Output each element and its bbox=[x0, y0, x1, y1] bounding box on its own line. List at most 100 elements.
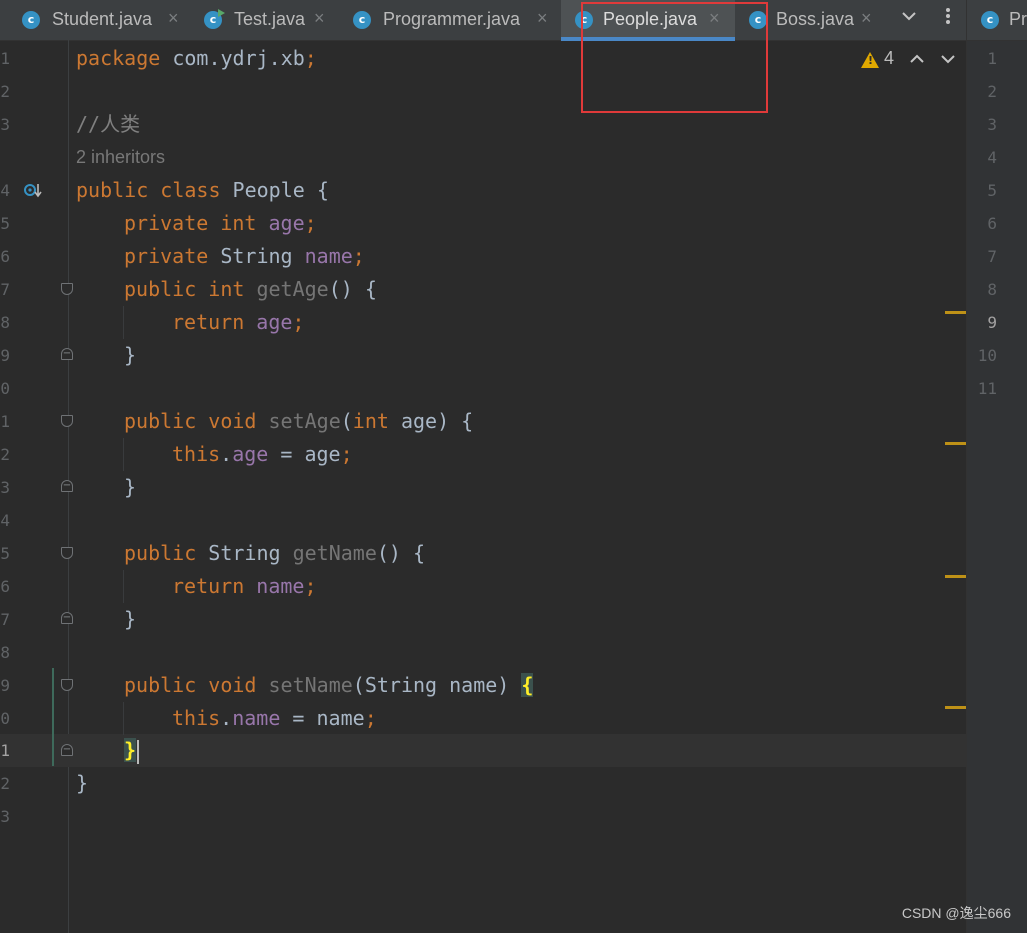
inheritors-hint[interactable]: 2 inheritors bbox=[76, 141, 165, 174]
class-icon: c bbox=[22, 11, 40, 29]
code-text: this.age = age; bbox=[172, 442, 353, 466]
fold-marker-icon[interactable]: − bbox=[61, 744, 73, 756]
code-line[interactable]: 3 } bbox=[0, 471, 966, 504]
line-number: 6 bbox=[0, 577, 10, 596]
line-number: 8 bbox=[0, 313, 10, 332]
line-number: 4 bbox=[0, 181, 10, 200]
code-line[interactable]: 6 return name; bbox=[0, 570, 966, 603]
fold-marker-icon[interactable]: − bbox=[61, 348, 73, 360]
implemented-override-icon[interactable] bbox=[24, 183, 42, 199]
line-number: 3 bbox=[987, 115, 997, 134]
code-line[interactable]: 4 public class People { bbox=[0, 174, 966, 207]
matched-brace: } bbox=[124, 738, 137, 762]
code-line[interactable]: 1 public void setAge(int age) { bbox=[0, 405, 966, 438]
code-text: public int getAge() { bbox=[124, 277, 377, 301]
tab-label: Student.java bbox=[52, 9, 153, 29]
code-line[interactable]: 0 this.name = name; bbox=[0, 702, 966, 735]
code-text: public class People { bbox=[76, 178, 329, 202]
chevron-up-icon[interactable] bbox=[908, 50, 926, 74]
code-text: } bbox=[124, 734, 140, 767]
code-line[interactable]: 0 bbox=[0, 372, 966, 405]
vcs-change-marker[interactable] bbox=[52, 668, 54, 766]
line-number: 9 bbox=[0, 676, 10, 695]
runnable-class-icon: c bbox=[204, 9, 225, 29]
annotation-highlight-box bbox=[581, 2, 768, 113]
indent-guide bbox=[123, 306, 124, 339]
code-line[interactable]: 7 } bbox=[0, 603, 966, 636]
line-number: 3 bbox=[0, 478, 10, 497]
warning-stripe-marker[interactable] bbox=[945, 575, 966, 578]
line-number: 0 bbox=[0, 379, 10, 398]
code-line[interactable]: 1 package com.ydrj.xb; bbox=[0, 42, 966, 75]
tab-test-java[interactable]: c Test.java × bbox=[184, 0, 350, 40]
code-text: } bbox=[124, 475, 137, 499]
line-number: 6 bbox=[0, 247, 10, 266]
warning-count[interactable]: 4 bbox=[884, 48, 894, 72]
line-number: 3 bbox=[0, 115, 10, 134]
code-text: } bbox=[124, 607, 137, 631]
close-icon[interactable]: × bbox=[314, 8, 325, 29]
line-number: 5 bbox=[0, 544, 10, 563]
warning-icon[interactable] bbox=[861, 52, 879, 68]
code-line[interactable]: 2 } bbox=[0, 767, 966, 800]
code-text: public String getName() { bbox=[124, 541, 426, 565]
tab-label: Boss.java bbox=[776, 9, 855, 29]
close-icon[interactable]: × bbox=[537, 8, 548, 29]
current-line-number: 9 bbox=[987, 313, 997, 332]
code-line[interactable]: 3 //人类 bbox=[0, 108, 966, 141]
close-icon[interactable]: × bbox=[168, 8, 179, 29]
tab-right-pane[interactable]: c Pr bbox=[967, 0, 1027, 40]
tab-programmer-java[interactable]: c Programmer.java × bbox=[333, 0, 561, 40]
line-number: 2 bbox=[987, 82, 997, 101]
code-line[interactable]: 8 bbox=[0, 636, 966, 669]
line-number: 8 bbox=[0, 643, 10, 662]
line-number: 2 bbox=[0, 774, 10, 793]
indent-guide bbox=[123, 438, 124, 471]
code-line[interactable]: 3 bbox=[0, 800, 966, 833]
code-line[interactable]: 5 private int age; bbox=[0, 207, 966, 240]
code-text: public void setAge(int age) { bbox=[124, 409, 474, 433]
tab-student-java[interactable]: c Student.java × bbox=[2, 0, 182, 40]
right-pane-tab-bar: c Pr bbox=[967, 0, 1027, 41]
indent-guide bbox=[123, 570, 124, 603]
line-number: 3 bbox=[0, 807, 10, 826]
current-code-line[interactable]: 1 } bbox=[0, 734, 966, 767]
code-line[interactable]: 4 bbox=[0, 504, 966, 537]
code-text: private int age; bbox=[124, 211, 317, 235]
code-line[interactable]: 2 bbox=[0, 75, 966, 108]
close-icon[interactable]: × bbox=[861, 8, 872, 29]
watermark: CSDN @逸尘666 bbox=[901, 905, 1011, 921]
chevron-down-icon[interactable] bbox=[900, 6, 918, 30]
code-line[interactable]: 7 public int getAge() { bbox=[0, 273, 966, 306]
line-number: 5 bbox=[987, 181, 997, 200]
fold-marker-icon[interactable]: − bbox=[61, 612, 73, 624]
code-line[interactable]: 9 public void setName(String name) { bbox=[0, 669, 966, 702]
tab-label: Test.java bbox=[234, 9, 306, 29]
class-icon: c bbox=[981, 11, 999, 29]
code-text: } bbox=[124, 343, 137, 367]
code-line[interactable]: 8 return age; bbox=[0, 306, 966, 339]
line-number: 2 bbox=[0, 82, 10, 101]
line-number: 7 bbox=[0, 280, 10, 299]
code-line[interactable]: 6 private String name; bbox=[0, 240, 966, 273]
more-vertical-icon[interactable] bbox=[939, 6, 957, 31]
code-line[interactable]: 2 this.age = age; bbox=[0, 438, 966, 471]
fold-marker-icon[interactable] bbox=[61, 283, 73, 295]
text-caret bbox=[137, 739, 140, 764]
indent-guide bbox=[123, 702, 124, 735]
code-text: } bbox=[76, 771, 89, 795]
code-line[interactable]: 9 } bbox=[0, 339, 966, 372]
fold-marker-icon[interactable]: − bbox=[61, 480, 73, 492]
warning-stripe-marker[interactable] bbox=[945, 706, 966, 709]
fold-marker-icon[interactable] bbox=[61, 415, 73, 427]
code-text: public void setName(String name) { bbox=[124, 673, 534, 697]
editor-tab-bar: c Student.java × c Test.java × c Program… bbox=[0, 0, 966, 41]
line-number: 2 bbox=[0, 445, 10, 464]
code-line[interactable]: 5 public String getName() { bbox=[0, 537, 966, 570]
chevron-down-icon[interactable] bbox=[939, 50, 957, 74]
warning-stripe-marker[interactable] bbox=[945, 311, 966, 314]
fold-marker-icon[interactable] bbox=[61, 547, 73, 559]
fold-marker-icon[interactable] bbox=[61, 679, 73, 691]
line-number: 9 bbox=[0, 346, 10, 365]
warning-stripe-marker[interactable] bbox=[945, 442, 966, 445]
